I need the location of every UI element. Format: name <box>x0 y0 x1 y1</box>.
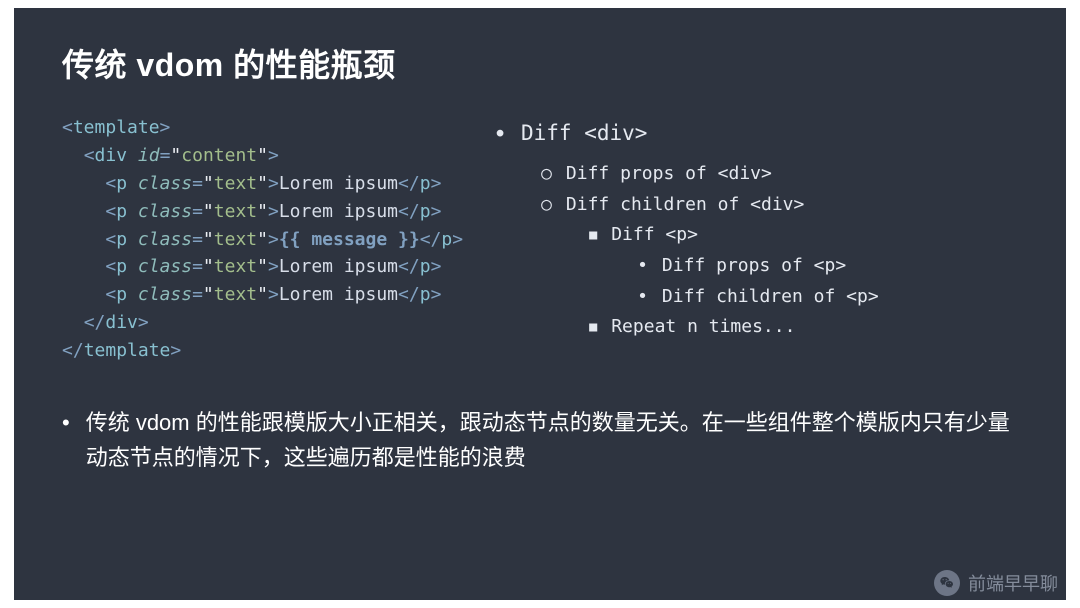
bullet-dot-icon <box>637 251 648 282</box>
bullet-circle-icon <box>541 159 552 190</box>
diff-item: Diff props of <div> <box>493 159 1018 190</box>
bullet-dot-icon: • <box>62 405 70 475</box>
diff-item: Diff children of <p> <box>493 282 1018 313</box>
watermark-text: 前端早早聊 <box>968 570 1058 596</box>
wechat-icon <box>934 570 960 596</box>
diff-list: Diff <div> Diff props of <div> Diff chil… <box>493 114 1018 365</box>
watermark: 前端早早聊 <box>934 570 1058 596</box>
summary-text: 传统 vdom 的性能跟模版大小正相关，跟动态节点的数量无关。在一些组件整个模版… <box>86 405 1018 475</box>
bullet-square-icon <box>589 312 597 343</box>
bullet-dot-icon <box>637 282 648 313</box>
slide: 传统 vdom 的性能瓶颈 <template> <div id="conten… <box>14 8 1066 600</box>
diff-item: Diff <div> <box>493 116 1018 155</box>
diff-item: Diff props of <p> <box>493 251 1018 282</box>
diff-item: Diff <p> <box>493 220 1018 251</box>
diff-item: Diff children of <div> <box>493 190 1018 221</box>
diff-item: Repeat n times... <box>493 312 1018 343</box>
bullet-dot-icon <box>493 116 507 155</box>
content-columns: <template> <div id="content"> <p class="… <box>62 114 1018 365</box>
bullet-square-icon <box>589 220 597 251</box>
code-block: <template> <div id="content"> <p class="… <box>62 114 463 365</box>
slide-title: 传统 vdom 的性能瓶颈 <box>62 40 1018 86</box>
bullet-circle-icon <box>541 190 552 221</box>
summary-bullet: • 传统 vdom 的性能跟模版大小正相关，跟动态节点的数量无关。在一些组件整个… <box>62 405 1018 475</box>
